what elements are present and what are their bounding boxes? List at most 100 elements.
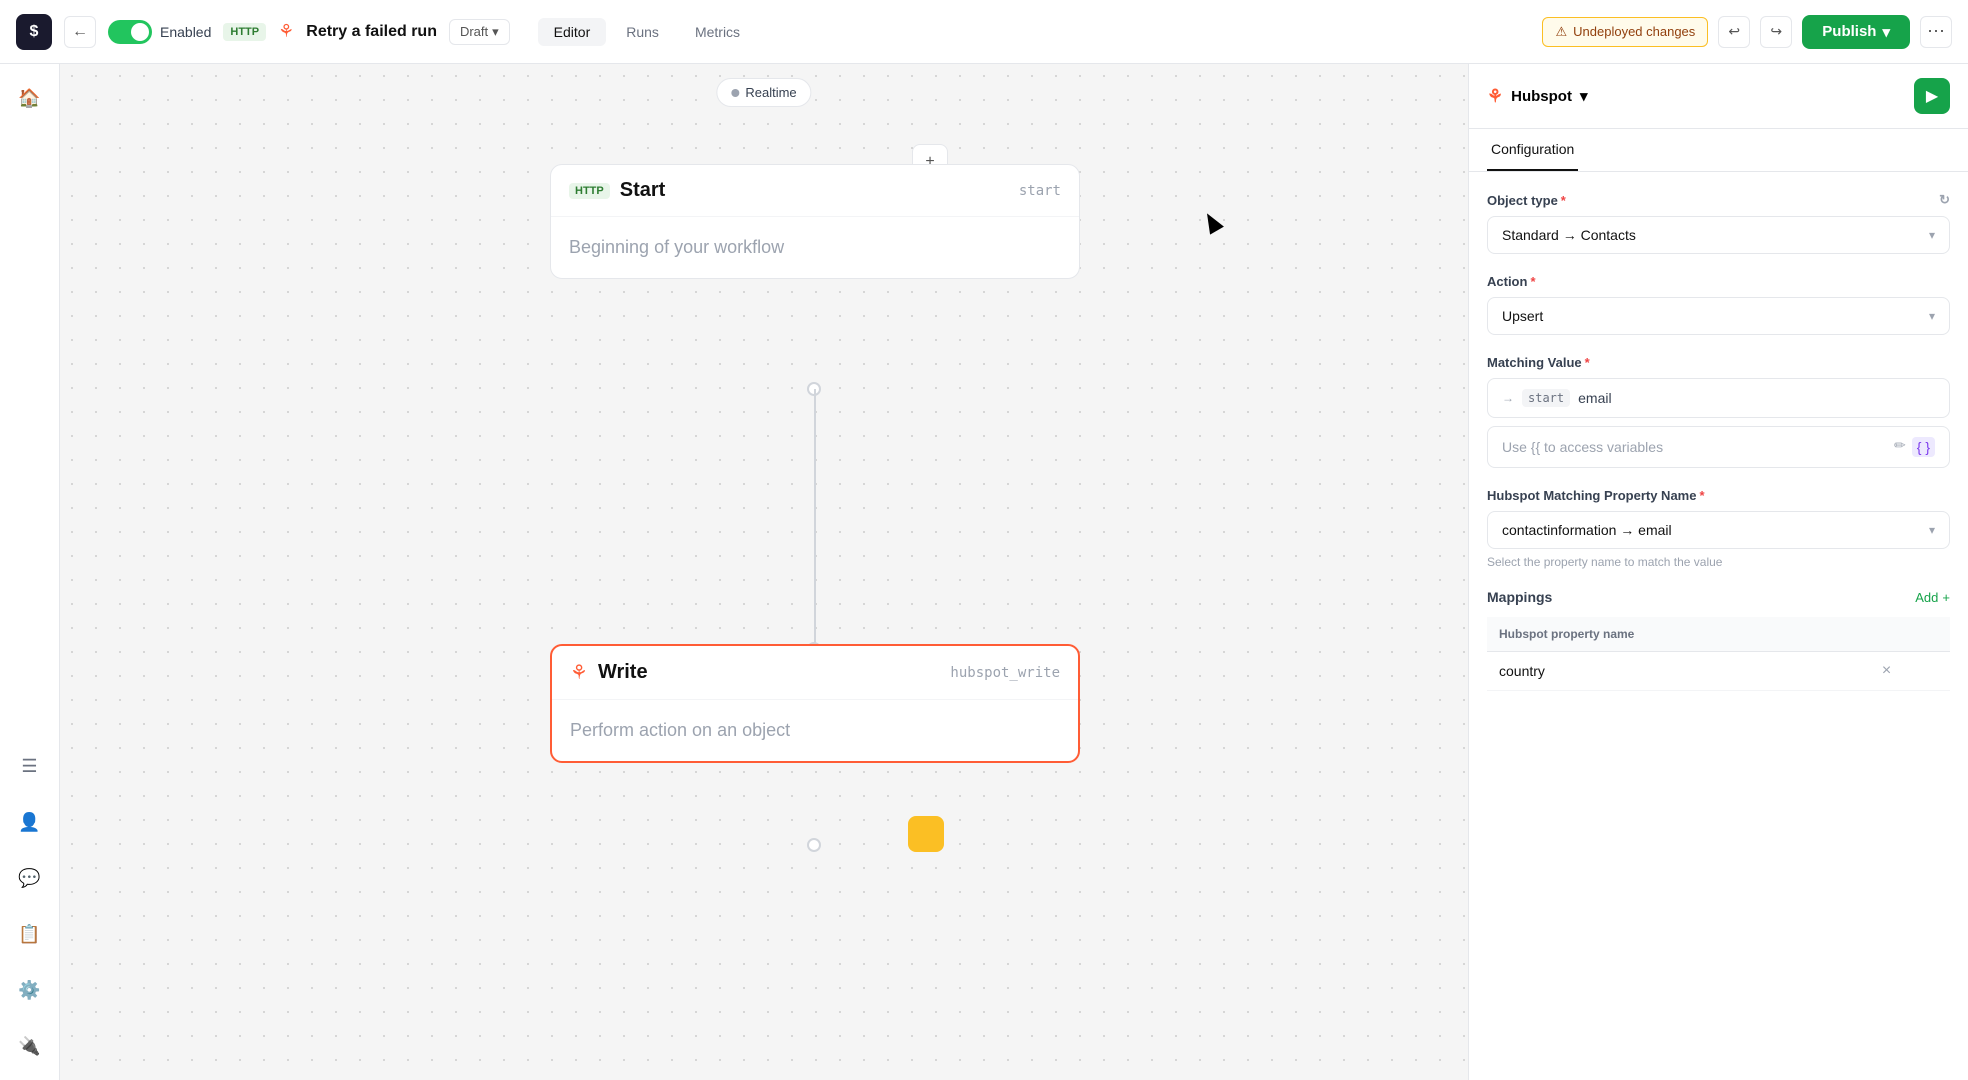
- hubspot-selector[interactable]: ⚘ Hubspot ▾: [1487, 86, 1588, 107]
- realtime-dot: [731, 89, 739, 97]
- start-node[interactable]: HTTP Start start Beginning of your workf…: [550, 164, 1080, 279]
- write-node-header-left: ⚘ Write: [570, 660, 648, 685]
- start-node-card: HTTP Start start Beginning of your workf…: [550, 164, 1080, 279]
- more-options-button[interactable]: ⋯: [1920, 16, 1952, 48]
- mappings-header: Mappings Add +: [1487, 589, 1950, 605]
- publish-label: Publish: [1822, 23, 1876, 40]
- action-label: Action *: [1487, 274, 1950, 289]
- sidebar-bottom: ☰ 👤 💬 📋 ⚙️ 🔌: [12, 748, 48, 1064]
- realtime-label: Realtime: [745, 85, 796, 100]
- matching-value-badge: start: [1522, 389, 1570, 407]
- table-row: country ×: [1487, 652, 1950, 691]
- variable-input[interactable]: Use {{ to access variables ✏ { }: [1487, 426, 1950, 468]
- refresh-object-type-icon[interactable]: ↻: [1939, 192, 1950, 208]
- main-area: 🏠 ☰ 👤 💬 📋 ⚙️ 🔌 Realtime + ⊞ ▶: [0, 64, 1968, 1080]
- action-chevron-icon: ▾: [1929, 309, 1935, 323]
- start-node-header: HTTP Start start: [551, 165, 1079, 216]
- realtime-button[interactable]: Realtime: [716, 78, 811, 107]
- matching-value-box: → start email: [1487, 378, 1950, 418]
- hubspot-matching-label: Hubspot Matching Property Name *: [1487, 488, 1950, 503]
- enabled-toggle[interactable]: [108, 20, 152, 44]
- mappings-field: Mappings Add + Hubspot property name: [1487, 589, 1950, 691]
- matching-value-field: Matching Value * → start email Use {{ to…: [1487, 355, 1950, 468]
- draft-button[interactable]: Draft ▾: [449, 19, 510, 45]
- sidebar-item-logs[interactable]: ☰: [12, 748, 48, 784]
- sidebar-item-settings[interactable]: ⚙️: [12, 972, 48, 1008]
- redo-button[interactable]: ↪: [1760, 16, 1792, 48]
- start-node-body: Beginning of your workflow: [551, 216, 1079, 278]
- start-node-http-badge: HTTP: [569, 183, 610, 199]
- matching-value-text: email: [1578, 390, 1611, 406]
- hubspot-matching-required: *: [1699, 488, 1704, 503]
- tab-metrics[interactable]: Metrics: [679, 18, 756, 46]
- tab-configuration[interactable]: Configuration: [1487, 129, 1578, 171]
- mappings-title: Mappings: [1487, 589, 1552, 605]
- write-node[interactable]: ⚘ Write hubspot_write Perform action on …: [550, 644, 1080, 763]
- hubspot-matching-hint: Select the property name to match the va…: [1487, 555, 1950, 569]
- panel-body: Object type * ↻ Standard → Contacts ▾ Ac…: [1469, 172, 1968, 731]
- mappings-col-actions: [1870, 617, 1950, 652]
- back-button[interactable]: ←: [64, 16, 96, 48]
- undeployed-changes-button[interactable]: ⚠ Undeployed changes: [1542, 17, 1708, 47]
- workflow-title: Retry a failed run: [306, 23, 437, 41]
- object-type-required: *: [1561, 193, 1566, 208]
- hubspot-selector-icon: ⚘: [1487, 86, 1503, 107]
- object-type-field: Object type * ↻ Standard → Contacts ▾: [1487, 192, 1950, 254]
- config-tabs: Configuration: [1469, 129, 1968, 172]
- write-node-id: hubspot_write: [950, 665, 1060, 681]
- object-type-select[interactable]: Standard → Contacts ▾: [1487, 216, 1950, 254]
- cursor-pointer-visual: [1200, 209, 1224, 234]
- nav-tabs: Editor Runs Metrics: [538, 18, 756, 46]
- publish-chevron-icon: ▾: [1882, 23, 1890, 41]
- hubspot-dropdown-icon: ▾: [1580, 87, 1588, 105]
- delete-mapping-button[interactable]: ×: [1882, 662, 1891, 679]
- tab-editor[interactable]: Editor: [538, 18, 607, 46]
- object-type-chevron-icon: ▾: [1929, 228, 1935, 242]
- action-required: *: [1530, 274, 1535, 289]
- start-node-header-left: HTTP Start: [569, 179, 665, 202]
- draft-label: Draft: [460, 24, 488, 39]
- sidebar-item-users[interactable]: 👤: [12, 804, 48, 840]
- action-label-text: Action: [1487, 274, 1527, 289]
- mapping-delete-cell: ×: [1870, 652, 1950, 691]
- app-logo[interactable]: $: [16, 14, 52, 50]
- matching-value-label-text: Matching Value: [1487, 355, 1582, 370]
- start-node-id: start: [1019, 183, 1061, 199]
- hubspot-selector-label: Hubspot: [1511, 88, 1572, 105]
- sidebar-item-home[interactable]: 🏠: [12, 80, 48, 116]
- draft-chevron-icon: ▾: [492, 24, 499, 40]
- variable-placeholder-text: Use {{ to access variables: [1502, 439, 1663, 455]
- matching-value-required: *: [1585, 355, 1590, 370]
- mv-arrow-icon: →: [1502, 391, 1514, 405]
- warning-icon: ⚠: [1555, 24, 1567, 40]
- add-mapping-button[interactable]: Add +: [1915, 590, 1950, 605]
- sidebar-item-integrations[interactable]: 🔌: [12, 1028, 48, 1064]
- start-node-title: Start: [620, 179, 666, 202]
- undeployed-label: Undeployed changes: [1573, 24, 1695, 39]
- right-panel-header: ⚘ Hubspot ▾ ▶: [1469, 64, 1968, 129]
- object-type-value: Standard → Contacts: [1502, 227, 1636, 243]
- hubspot-matching-chevron-icon: ▾: [1929, 523, 1935, 537]
- hubspot-matching-value: contactinformation → email: [1502, 522, 1672, 538]
- sidebar-item-docs[interactable]: 📋: [12, 916, 48, 952]
- hubspot-matching-select[interactable]: contactinformation → email ▾: [1487, 511, 1950, 549]
- topbar-left: $ ← Enabled HTTP ⚘ Retry a failed run Dr…: [16, 14, 1530, 50]
- right-panel: ⚘ Hubspot ▾ ▶ Configuration Object type …: [1468, 64, 1968, 1080]
- object-type-label: Object type * ↻: [1487, 192, 1950, 208]
- action-select[interactable]: Upsert ▾: [1487, 297, 1950, 335]
- topbar-right: ⚠ Undeployed changes ↩ ↪ Publish ▾ ⋯: [1542, 15, 1952, 49]
- hubspot-icon: ⚘: [278, 21, 294, 42]
- panel-run-button[interactable]: ▶: [1914, 78, 1950, 114]
- sidebar-item-messages[interactable]: 💬: [12, 860, 48, 896]
- edit-icon[interactable]: ✏: [1894, 437, 1906, 457]
- hubspot-write-icon: ⚘: [570, 660, 588, 685]
- undo-button[interactable]: ↩: [1718, 16, 1750, 48]
- workflow-canvas[interactable]: Realtime + ⊞ ▶ HTTP Start start Beginnin…: [60, 64, 1468, 1080]
- tab-runs[interactable]: Runs: [610, 18, 675, 46]
- action-value: Upsert: [1502, 308, 1543, 324]
- hubspot-matching-label-text: Hubspot Matching Property Name: [1487, 488, 1696, 503]
- publish-button[interactable]: Publish ▾: [1802, 15, 1910, 49]
- variable-icon[interactable]: { }: [1912, 437, 1935, 457]
- mapping-property-country: country: [1487, 652, 1870, 691]
- write-node-body: Perform action on an object: [552, 699, 1078, 761]
